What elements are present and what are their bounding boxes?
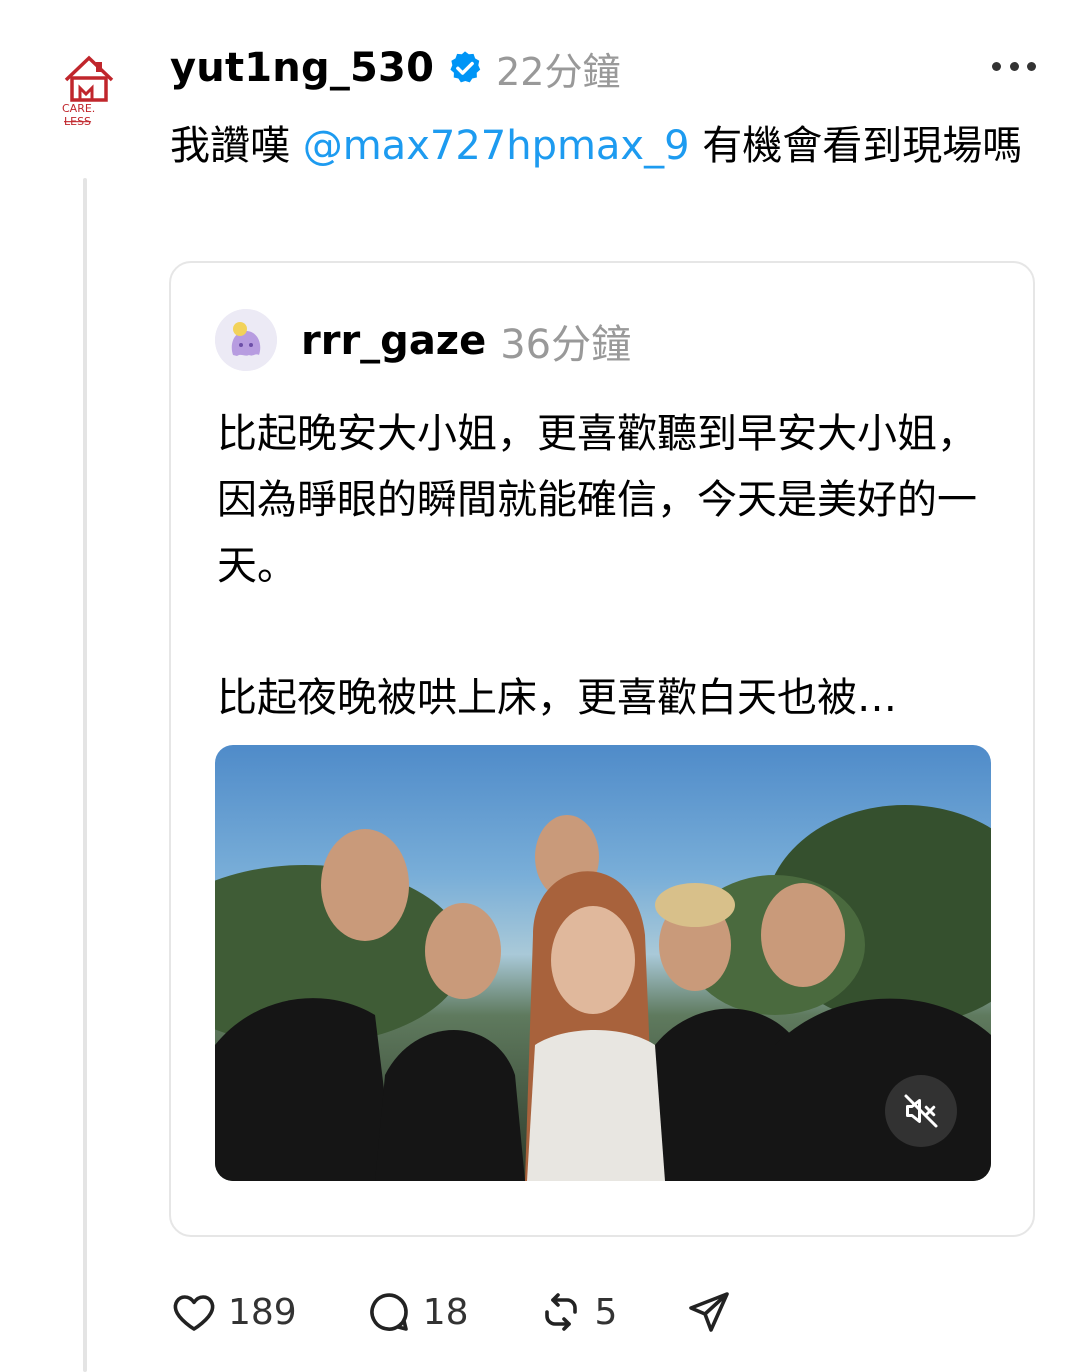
post-text: 我讚嘆 @max727hpmax_9 有機會看到現場嗎 (170, 115, 1040, 177)
post-time: 22分鐘 (496, 49, 621, 94)
care-less-logo: CARE. LESS (62, 55, 114, 128)
mention-link[interactable]: @max727hpmax_9 (303, 123, 690, 169)
comment-count: 18 (422, 1291, 469, 1333)
quoted-username[interactable]: rrr_gaze (301, 318, 486, 364)
comment-button[interactable]: 18 (365, 1288, 469, 1336)
post-header: yut1ng_530 22分鐘 (170, 40, 620, 96)
share-button[interactable] (685, 1288, 733, 1336)
post-text-after: 有機會看到現場嗎 (689, 123, 1023, 169)
post-text-before: 我讚嘆 (170, 123, 303, 169)
like-button[interactable]: 189 (170, 1288, 297, 1336)
like-count: 189 (228, 1291, 297, 1333)
quoted-time: 36分鐘 (500, 322, 632, 368)
quoted-avatar[interactable] (215, 309, 277, 371)
heart-icon (173, 1295, 215, 1331)
quoted-post[interactable]: rrr_gaze 36分鐘 比起晚安大小姐，更喜歡聽到早安大小姐，因為睜眼的瞬間… (169, 261, 1035, 1237)
repost-button[interactable]: 5 (537, 1288, 618, 1336)
mute-icon[interactable] (885, 1075, 957, 1147)
video-thumbnail[interactable] (215, 745, 991, 1181)
comment-icon (369, 1293, 408, 1331)
share-icon (689, 1292, 730, 1332)
thread-post: CARE. LESS yut1ng_530 22分鐘 我讚嘆 @max727hp… (0, 0, 1080, 1372)
thread-line (83, 178, 87, 1372)
repost-icon (544, 1293, 577, 1331)
svg-text:CARE.: CARE. (62, 102, 95, 115)
verified-icon (446, 49, 484, 87)
username[interactable]: yut1ng_530 (170, 45, 434, 91)
quoted-header: rrr_gaze 36分鐘 (301, 313, 631, 369)
more-icon[interactable] (992, 46, 1036, 86)
quoted-text: 比起晚安大小姐，更喜歡聽到早安大小姐，因為睜眼的瞬間就能確信，今天是美好的一天。… (217, 411, 977, 721)
svg-text:LESS: LESS (64, 115, 91, 128)
repost-count: 5 (594, 1291, 618, 1333)
action-bar: 189 18 5 (170, 1282, 801, 1342)
user-avatar[interactable]: CARE. LESS (58, 50, 120, 130)
group-photo (215, 805, 991, 1181)
